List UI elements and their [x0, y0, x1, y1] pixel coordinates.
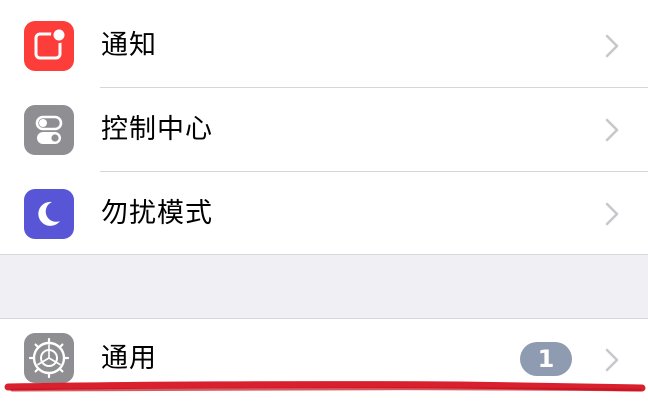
settings-row-notifications[interactable]: 通知: [0, 4, 648, 88]
chevron-right-icon: [602, 33, 622, 59]
chevron-right-icon: [602, 201, 622, 227]
update-count-badge: 1: [520, 342, 572, 376]
settings-screen: 通知 控制中心 勿扰模式 通用 1: [0, 0, 648, 415]
chevron-right-icon: [602, 117, 622, 143]
settings-group-top: 通知 控制中心 勿扰模式: [0, 0, 648, 255]
row-label: 控制中心: [101, 114, 213, 145]
notifications-icon: [24, 21, 74, 71]
moon-icon: [24, 189, 74, 239]
chevron-right-icon: [602, 347, 622, 373]
control-center-icon: [24, 105, 74, 155]
red-underline-annotation: [0, 378, 648, 398]
settings-row-control-center[interactable]: 控制中心: [0, 88, 648, 172]
row-label: 通用: [101, 343, 157, 374]
row-label: 勿扰模式: [101, 198, 213, 229]
settings-row-do-not-disturb[interactable]: 勿扰模式: [0, 172, 648, 256]
row-label: 通知: [101, 30, 157, 61]
settings-group-bottom: 通用 1: [0, 318, 648, 415]
gear-icon: [24, 333, 74, 383]
